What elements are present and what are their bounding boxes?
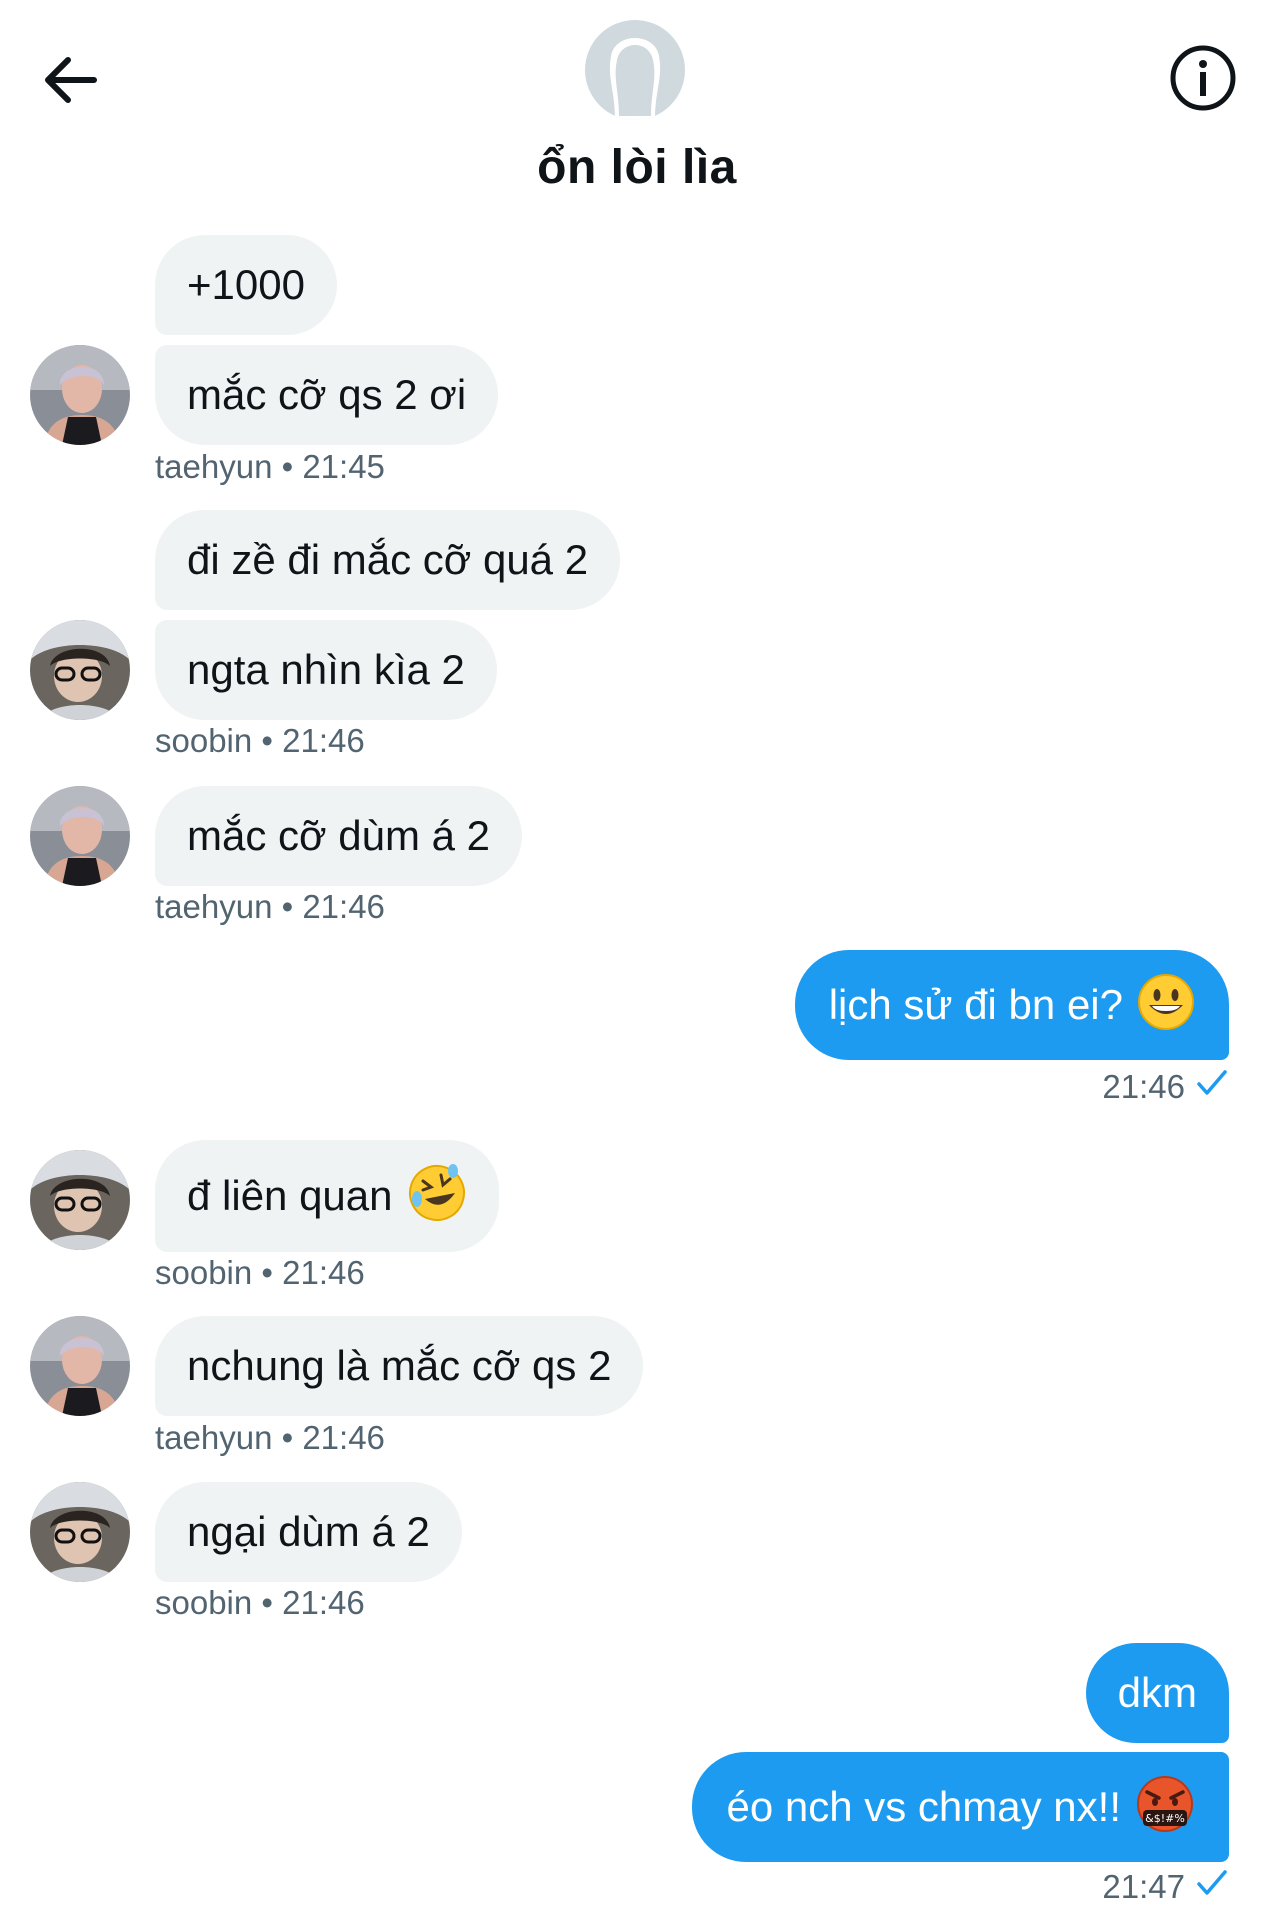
message-text: mắc cỡ qs 2 ơi [187,371,467,418]
message-text: lịch sử đi bn ei? [828,981,1123,1028]
message-text: +1000 [187,261,305,308]
message-text: ngta nhìn kìa 2 [187,646,465,693]
message-text: ngại dùm á 2 [187,1508,430,1555]
avatar-soobin[interactable] [30,1482,130,1582]
arrow-left-icon [45,57,97,103]
message-bubble[interactable]: nchung là mắc cỡ qs 2 [155,1316,644,1416]
avatar-photo [30,786,130,886]
message-bubble-outgoing[interactable]: éo nch vs chmay nx!! &$!#% [692,1752,1229,1862]
avatar-photo [30,1482,130,1582]
face-with-symbols-on-mouth-icon: &$!#% [1135,1774,1195,1841]
checkmark-icon [1195,1068,1229,1106]
avatar-taehyun[interactable] [30,786,130,886]
message-meta: soobin • 21:46 [155,722,365,759]
svg-text:&$!#%: &$!#% [1145,1812,1185,1825]
message-bubble[interactable]: ngta nhìn kìa 2 [155,620,497,720]
message-meta: 21:46 [1102,1068,1229,1106]
message-bubble[interactable]: ngại dùm á 2 [155,1482,462,1582]
checkmark-icon [1195,1868,1229,1906]
avatar-photo [30,620,130,720]
message-text: đi zề đi mắc cỡ quá 2 [187,536,589,583]
default-profile-icon [585,20,685,120]
message-bubble[interactable]: đi zề đi mắc cỡ quá 2 [155,510,621,610]
message-time: 21:46 [1102,1068,1185,1105]
message-text: nchung là mắc cỡ qs 2 [187,1342,612,1389]
message-meta: taehyun • 21:46 [155,888,385,925]
rolling-on-floor-laughing-icon [407,1163,467,1230]
message-meta: soobin • 21:46 [155,1254,365,1291]
message-text: dkm [1117,1669,1197,1716]
message-meta: soobin • 21:46 [155,1584,365,1621]
message-text: đ liên quan [187,1172,393,1219]
message-meta: taehyun • 21:46 [155,1419,385,1456]
conversation-avatar[interactable] [585,20,685,120]
avatar-soobin[interactable] [30,1150,130,1250]
conversation-title[interactable]: ổn lòi lìa [0,140,1274,195]
conversation-info-button[interactable] [1165,40,1241,116]
message-bubble-outgoing[interactable]: lịch sử đi bn ei? [794,950,1229,1060]
message-time: 21:47 [1102,1868,1185,1905]
message-bubble[interactable]: mắc cỡ qs 2 ơi [155,345,499,445]
info-icon [1170,45,1236,111]
message-bubble[interactable]: mắc cỡ dùm á 2 [155,786,522,886]
back-button[interactable] [34,40,114,120]
message-bubble-outgoing[interactable]: dkm [1085,1643,1229,1743]
message-bubble[interactable]: đ liên quan [155,1140,499,1252]
avatar-photo [30,1316,130,1416]
grinning-face-icon [1137,973,1195,1038]
avatar-taehyun[interactable] [30,345,130,445]
message-meta: 21:47 [1102,1868,1229,1906]
message-meta: taehyun • 21:45 [155,448,385,485]
avatar-taehyun[interactable] [30,1316,130,1416]
avatar-soobin[interactable] [30,620,130,720]
message-text: mắc cỡ dùm á 2 [187,812,490,859]
message-text: éo nch vs chmay nx!! [726,1783,1121,1830]
message-bubble[interactable]: +1000 [155,235,337,335]
avatar-photo [30,1150,130,1250]
avatar-photo [30,345,130,445]
